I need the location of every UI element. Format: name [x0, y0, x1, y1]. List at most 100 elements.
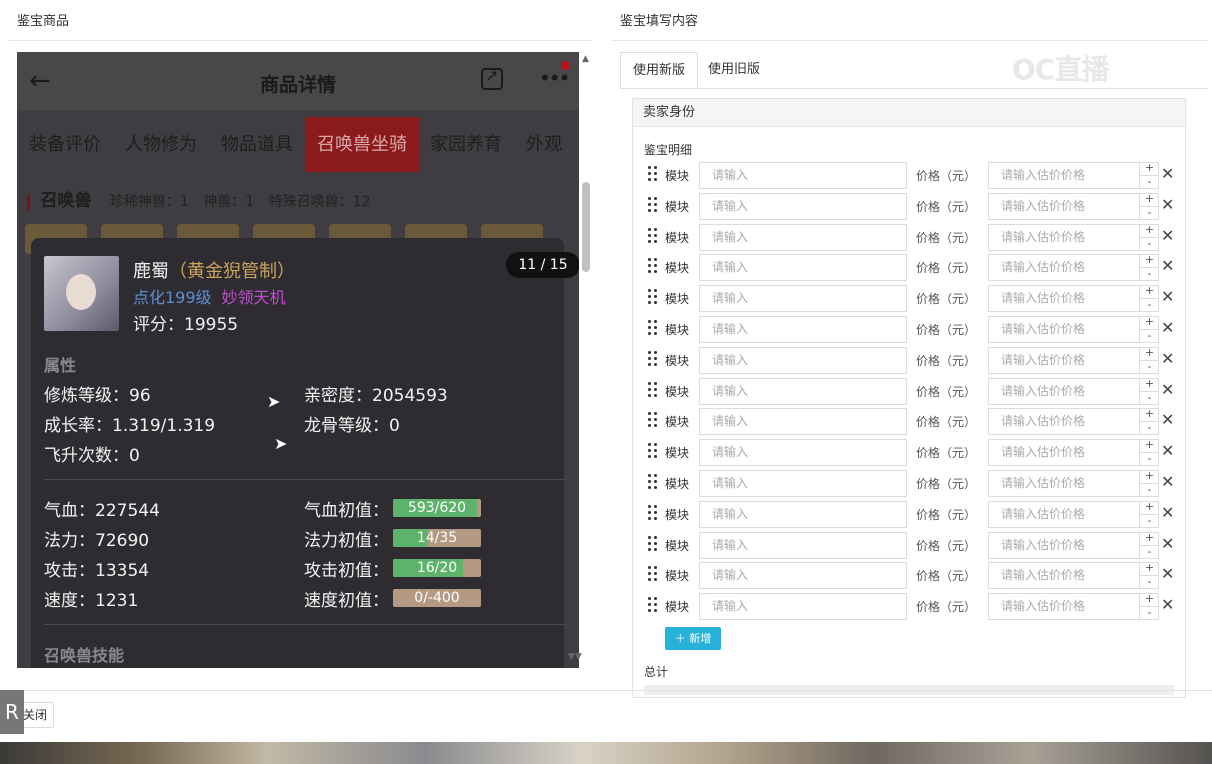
price-input[interactable]: 请输入估价价格	[988, 316, 1159, 343]
increment-button[interactable]: +	[1140, 562, 1159, 575]
delete-row-icon[interactable]: ✕	[1161, 349, 1174, 368]
increment-button[interactable]: +	[1140, 470, 1159, 483]
decrement-button[interactable]: -	[1140, 513, 1159, 527]
drag-handle-icon[interactable]	[648, 566, 658, 584]
delete-row-icon[interactable]: ✕	[1161, 503, 1174, 522]
decrement-button[interactable]: -	[1140, 359, 1159, 373]
price-input[interactable]: 请输入估价价格	[988, 439, 1159, 467]
share-icon[interactable]	[481, 66, 503, 90]
drag-handle-icon[interactable]	[648, 443, 658, 461]
drag-handle-icon[interactable]	[648, 535, 658, 554]
increment-button[interactable]: +	[1140, 162, 1159, 175]
delete-row-icon[interactable]: ✕	[1161, 410, 1174, 429]
tab-equipment[interactable]: 装备评价	[29, 117, 101, 172]
price-input[interactable]: 请输入估价价格	[988, 285, 1159, 313]
delete-row-icon[interactable]: ✕	[1161, 534, 1174, 553]
delete-row-icon[interactable]: ✕	[1161, 595, 1174, 614]
decrement-button[interactable]: -	[1140, 421, 1159, 434]
price-input[interactable]: 请输入估价价格	[988, 500, 1159, 528]
tab-summon[interactable]: 召唤兽坐骑	[305, 117, 419, 172]
scrollbar-thumb[interactable]	[582, 182, 590, 272]
price-input[interactable]: 请输入估价价格	[988, 346, 1159, 374]
decrement-button[interactable]: -	[1140, 267, 1159, 280]
module-input[interactable]: 请输入	[699, 254, 907, 282]
delete-row-icon[interactable]: ✕	[1161, 226, 1174, 245]
module-input[interactable]: 请输入	[699, 162, 907, 189]
tab-home[interactable]: 家园养育	[430, 117, 502, 172]
module-input[interactable]: 请输入	[699, 223, 907, 251]
module-input[interactable]: 请输入	[699, 593, 907, 621]
decrement-button[interactable]: -	[1140, 483, 1159, 496]
drag-handle-icon[interactable]	[648, 412, 658, 430]
decrement-button[interactable]: -	[1140, 329, 1159, 342]
increment-button[interactable]: +	[1140, 593, 1159, 606]
decrement-button[interactable]: -	[1140, 205, 1159, 219]
decrement-button[interactable]: -	[1140, 175, 1159, 188]
delete-row-icon[interactable]: ✕	[1161, 564, 1174, 583]
increment-button[interactable]: +	[1140, 531, 1159, 545]
increment-button[interactable]: +	[1140, 223, 1159, 237]
add-row-button[interactable]: ＋ 新增	[665, 627, 721, 650]
delete-row-icon[interactable]: ✕	[1161, 287, 1174, 306]
decrement-button[interactable]: -	[1140, 575, 1159, 588]
module-input[interactable]: 请输入	[699, 439, 907, 467]
drag-handle-icon[interactable]	[648, 258, 658, 276]
increment-button[interactable]: +	[1140, 254, 1159, 267]
delete-row-icon[interactable]: ✕	[1161, 195, 1174, 214]
decrement-button[interactable]: -	[1140, 298, 1159, 311]
drag-handle-icon[interactable]	[648, 166, 658, 184]
delete-row-icon[interactable]: ✕	[1161, 164, 1174, 183]
module-input[interactable]: 请输入	[699, 316, 907, 343]
scroll-down-icon[interactable]: ▼▼	[568, 652, 582, 662]
drag-handle-icon[interactable]	[648, 504, 658, 523]
decrement-button[interactable]: -	[1140, 390, 1159, 404]
price-input[interactable]: 请输入估价价格	[988, 593, 1159, 621]
drag-handle-icon[interactable]	[648, 350, 658, 369]
drag-handle-icon[interactable]	[648, 289, 658, 307]
module-input[interactable]: 请输入	[699, 408, 907, 436]
increment-button[interactable]: +	[1140, 192, 1159, 206]
module-input[interactable]: 请输入	[699, 500, 907, 528]
tab-items[interactable]: 物品道具	[221, 117, 293, 172]
delete-row-icon[interactable]: ✕	[1161, 256, 1174, 275]
decrement-button[interactable]: -	[1140, 452, 1159, 465]
drag-handle-icon[interactable]	[648, 474, 658, 492]
tab-new-version[interactable]: 使用新版	[620, 52, 699, 88]
decrement-button[interactable]: -	[1140, 544, 1159, 558]
price-input[interactable]: 请输入估价价格	[988, 192, 1159, 220]
drag-handle-icon[interactable]	[648, 320, 658, 338]
price-input[interactable]: 请输入估价价格	[988, 562, 1159, 590]
decrement-button[interactable]: -	[1140, 236, 1159, 250]
module-input[interactable]: 请输入	[699, 470, 907, 497]
price-input[interactable]: 请输入估价价格	[988, 223, 1159, 251]
drag-handle-icon[interactable]	[648, 227, 658, 246]
price-input[interactable]: 请输入估价价格	[988, 162, 1159, 189]
drag-handle-icon[interactable]	[648, 196, 658, 215]
increment-button[interactable]: +	[1140, 346, 1159, 360]
module-input[interactable]: 请输入	[699, 346, 907, 374]
tab-cultivation[interactable]: 人物修为	[125, 117, 197, 172]
increment-button[interactable]: +	[1140, 500, 1159, 514]
increment-button[interactable]: +	[1140, 408, 1159, 421]
increment-button[interactable]: +	[1140, 285, 1159, 298]
module-input[interactable]: 请输入	[699, 531, 907, 559]
delete-row-icon[interactable]: ✕	[1161, 380, 1174, 399]
delete-row-icon[interactable]: ✕	[1161, 472, 1174, 491]
drag-handle-icon[interactable]	[648, 381, 658, 400]
module-input[interactable]: 请输入	[699, 285, 907, 313]
module-input[interactable]: 请输入	[699, 192, 907, 220]
price-input[interactable]: 请输入估价价格	[988, 470, 1159, 497]
scroll-up-icon[interactable]: ▲	[582, 54, 589, 64]
price-input[interactable]: 请输入估价价格	[988, 408, 1159, 436]
price-input[interactable]: 请输入估价价格	[988, 377, 1159, 405]
module-input[interactable]: 请输入	[699, 377, 907, 405]
price-input[interactable]: 请输入估价价格	[988, 531, 1159, 559]
module-input[interactable]: 请输入	[699, 562, 907, 590]
price-input[interactable]: 请输入估价价格	[988, 254, 1159, 282]
delete-row-icon[interactable]: ✕	[1161, 441, 1174, 460]
decrement-button[interactable]: -	[1140, 606, 1159, 619]
increment-button[interactable]: +	[1140, 316, 1159, 329]
increment-button[interactable]: +	[1140, 439, 1159, 452]
delete-row-icon[interactable]: ✕	[1161, 318, 1174, 337]
increment-button[interactable]: +	[1140, 377, 1159, 391]
